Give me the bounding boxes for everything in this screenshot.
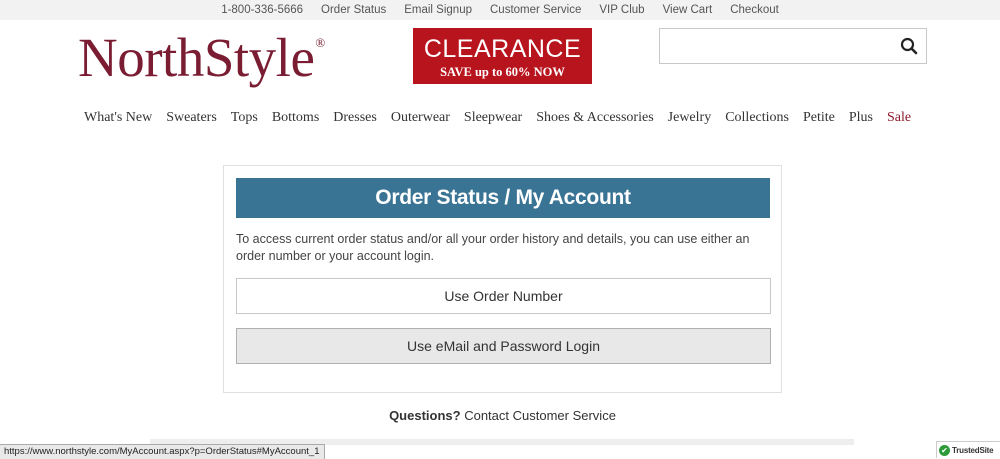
order-status-panel: Order Status / My Account To access curr…	[223, 165, 782, 393]
search-input[interactable]	[660, 29, 890, 63]
nav-plus[interactable]: Plus	[849, 110, 873, 126]
main-navigation: What's New Sweaters Tops Bottoms Dresses…	[84, 108, 911, 128]
contact-customer-service-link[interactable]: Contact Customer Service	[464, 408, 616, 423]
nav-jewelry[interactable]: Jewelry	[668, 110, 712, 126]
northstyle-logo[interactable]: NorthStyle®	[78, 26, 325, 90]
nav-bottoms[interactable]: Bottoms	[272, 110, 319, 126]
use-email-login-button[interactable]: Use eMail and Password Login	[236, 328, 771, 364]
panel-title: Order Status / My Account	[236, 178, 770, 218]
logo-text: NorthStyle	[78, 27, 315, 88]
nav-outerwear[interactable]: Outerwear	[391, 110, 450, 126]
nav-sale[interactable]: Sale	[887, 110, 911, 126]
nav-petite[interactable]: Petite	[803, 110, 835, 126]
nav-dresses[interactable]: Dresses	[333, 110, 377, 126]
top-utility-bar: 1-800-336-5666 Order Status Email Signup…	[0, 0, 1000, 20]
checkout-link[interactable]: Checkout	[730, 4, 779, 16]
phone-link[interactable]: 1-800-336-5666	[221, 4, 303, 16]
search-icon[interactable]	[900, 37, 918, 55]
view-cart-link[interactable]: View Cart	[663, 4, 713, 16]
trustedsite-badge[interactable]: ✔ TrustedSite	[936, 441, 1000, 458]
use-order-number-button[interactable]: Use Order Number	[236, 278, 771, 314]
nav-tops[interactable]: Tops	[231, 110, 258, 126]
customer-service-link[interactable]: Customer Service	[490, 4, 581, 16]
order-status-link[interactable]: Order Status	[321, 4, 386, 16]
check-icon: ✔	[939, 444, 950, 456]
trustedsite-label: TrustedSite	[952, 445, 994, 455]
vip-club-link[interactable]: VIP Club	[599, 4, 644, 16]
browser-status-url: https://www.northstyle.com/MyAccount.asp…	[0, 444, 325, 459]
top-utility-links: 1-800-336-5666 Order Status Email Signup…	[0, 0, 1000, 20]
clearance-title: CLEARANCE	[423, 35, 582, 63]
nav-collections[interactable]: Collections	[725, 110, 789, 126]
questions-line: Questions? Contact Customer Service	[0, 408, 1000, 423]
clearance-subtitle: SAVE up to 60% NOW	[440, 65, 565, 79]
panel-description: To access current order status and/or al…	[236, 232, 750, 263]
nav-sweaters[interactable]: Sweaters	[166, 110, 217, 126]
nav-shoes-accessories[interactable]: Shoes & Accessories	[536, 110, 653, 126]
nav-sleepwear[interactable]: Sleepwear	[464, 110, 522, 126]
clearance-banner[interactable]: CLEARANCE SAVE up to 60% NOW	[413, 28, 592, 84]
email-signup-link[interactable]: Email Signup	[404, 4, 472, 16]
registered-mark: ®	[315, 35, 325, 50]
search-box	[659, 28, 927, 64]
nav-whats-new[interactable]: What's New	[84, 110, 152, 126]
questions-label: Questions?	[389, 408, 461, 423]
